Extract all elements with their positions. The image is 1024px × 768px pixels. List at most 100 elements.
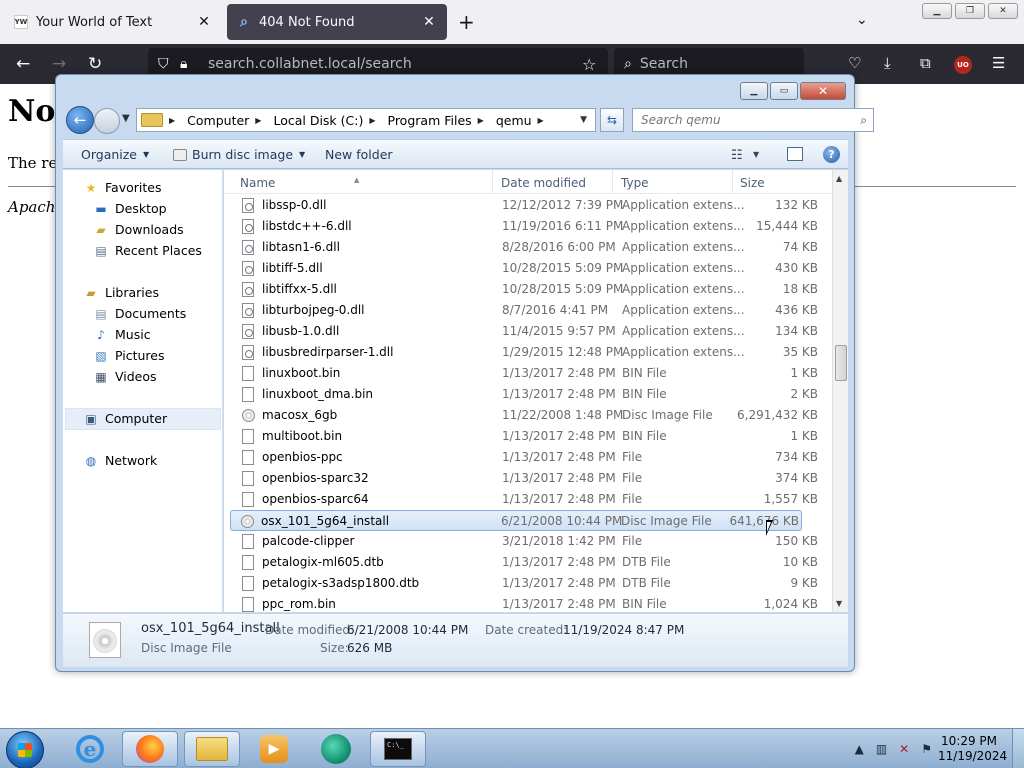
tab-your-world-of-text[interactable]: YW Your World of Text ✕ <box>4 4 222 40</box>
new-folder-button[interactable]: New folder <box>325 147 393 162</box>
table-row[interactable]: ppc_rom.bin 1/13/2017 2:48 PM BIN File 1,02… <box>224 594 834 612</box>
volume-muted-icon[interactable]: ✕ <box>899 742 909 756</box>
breadcrumb-arrow[interactable]: ▶ <box>478 116 490 125</box>
show-hidden-icons-chevron-icon[interactable]: ▲ <box>855 742 864 756</box>
breadcrumb-arrow[interactable]: ▶ <box>369 116 381 125</box>
explorer-search-input[interactable]: Search qemu ⌕ <box>632 108 874 132</box>
taskbar-command-prompt[interactable]: C:\_ <box>370 731 426 767</box>
table-row[interactable]: libturbojpeg-0.dll 8/7/2016 4:41 PM Applic… <box>224 300 834 321</box>
recent-pages-dropdown-icon[interactable]: ▼ <box>122 113 130 124</box>
column-name[interactable]: Name <box>240 176 275 190</box>
maximize-button[interactable]: ❐ <box>955 3 985 19</box>
show-desktop-button[interactable] <box>1012 729 1024 768</box>
taskbar-green-app[interactable] <box>308 731 364 767</box>
table-row[interactable]: libstdc++-6.dll 11/19/2016 6:11 PM Applica… <box>224 216 834 237</box>
close-button[interactable]: ✕ <box>988 3 1018 19</box>
nav-item-favorites[interactable]: ★ Favorites <box>83 180 162 195</box>
table-row[interactable]: linuxboot_dma.bin 1/13/2017 2:48 PM BIN Fi… <box>224 384 834 405</box>
close-icon[interactable]: ✕ <box>421 14 437 30</box>
view-options-icon[interactable]: ☷ <box>731 148 743 163</box>
table-row[interactable]: libusb-1.0.dll 11/4/2015 9:57 PM Applicati… <box>224 321 834 342</box>
scroll-down-arrow-icon[interactable]: ▼ <box>836 599 842 608</box>
nav-item-pictures[interactable]: ▧ Pictures <box>93 348 164 363</box>
star-icon[interactable]: ☆ <box>582 55 608 74</box>
nav-item-desktop[interactable]: ▬ Desktop <box>93 201 166 216</box>
breadcrumb-computer[interactable]: Computer <box>187 113 249 128</box>
column-divider[interactable] <box>492 170 493 194</box>
address-bar[interactable]: ▶ Computer ▶ Local Disk (C:) ▶ Program F… <box>136 108 596 132</box>
table-row[interactable]: petalogix-ml605.dtb 1/13/2017 2:48 PM DTB … <box>224 552 834 573</box>
start-button[interactable] <box>6 731 44 768</box>
table-row[interactable]: osx_101_5g64_install 6/21/2008 10:44 PM Di… <box>230 510 802 531</box>
vertical-scrollbar[interactable]: ▲ ▼ <box>832 170 848 612</box>
column-type[interactable]: Type <box>621 176 649 190</box>
table-row[interactable]: libtasn1-6.dll 8/28/2016 6:00 PM Applicati… <box>224 237 834 258</box>
breadcrumb-local-disk[interactable]: Local Disk (C:) <box>273 113 363 128</box>
caret-down-icon[interactable]: ▼ <box>753 150 759 159</box>
nav-item-computer[interactable]: ▣ Computer <box>83 411 167 426</box>
clock[interactable]: 10:29 PM 11/19/2024 <box>938 734 1007 764</box>
nav-item-recent-places[interactable]: ▤ Recent Places <box>93 243 202 258</box>
help-icon[interactable]: ? <box>823 146 840 163</box>
back-button[interactable]: ← <box>66 106 94 134</box>
nav-item-downloads[interactable]: ▰ Downloads <box>93 222 183 237</box>
table-row[interactable]: linuxboot.bin 1/13/2017 2:48 PM BIN File 1 … <box>224 363 834 384</box>
nav-item-music[interactable]: ♪ Music <box>93 327 150 342</box>
minimize-button[interactable]: ▁ <box>922 3 952 19</box>
new-tab-plus-icon[interactable]: + <box>458 10 475 34</box>
back-arrow-icon[interactable]: ← <box>16 54 30 74</box>
breadcrumb-program-files[interactable]: Program Files <box>388 113 472 128</box>
table-row[interactable]: palcode-clipper 3/21/2018 1:42 PM File 150 … <box>224 531 834 552</box>
refresh-button[interactable]: ⇆ <box>600 108 624 132</box>
forward-button[interactable] <box>94 108 120 134</box>
breadcrumb-qemu[interactable]: qemu <box>496 113 532 128</box>
download-icon[interactable]: ⤓ <box>884 54 891 72</box>
close-icon[interactable]: ✕ <box>196 14 212 30</box>
forward-arrow-icon[interactable]: → <box>52 54 66 74</box>
table-row[interactable]: libtiffxx-5.dll 10/28/2015 5:09 PM Applica… <box>224 279 834 300</box>
table-row[interactable]: openbios-sparc32 1/13/2017 2:48 PM File 374… <box>224 468 834 489</box>
chevron-down-icon[interactable]: ▼ <box>580 115 587 125</box>
nav-item-videos[interactable]: ▦ Videos <box>93 369 156 384</box>
breadcrumb-arrow[interactable]: ▶ <box>538 116 550 125</box>
pocket-icon[interactable]: ♡ <box>848 54 861 72</box>
table-row[interactable]: multiboot.bin 1/13/2017 2:48 PM BIN File 1 … <box>224 426 834 447</box>
table-row[interactable]: macosx_6gb 11/22/2008 1:48 PM Disc Image F… <box>224 405 834 426</box>
organize-button[interactable]: Organize ▼ <box>81 147 149 162</box>
nav-item-libraries[interactable]: ▰ Libraries <box>83 285 159 300</box>
action-center-flag-icon[interactable]: ⚑ <box>921 742 932 756</box>
column-divider[interactable] <box>732 170 733 194</box>
burn-disc-image-button[interactable]: Burn disc image ▼ <box>173 147 305 162</box>
column-date-modified[interactable]: Date modified <box>501 176 586 190</box>
preview-pane-icon[interactable] <box>787 147 803 161</box>
table-row[interactable]: openbios-sparc64 1/13/2017 2:48 PM File 1,5… <box>224 489 834 510</box>
taskbar-firefox[interactable] <box>122 731 178 767</box>
table-row[interactable]: petalogix-s3adsp1800.dtb 1/13/2017 2:48 P… <box>224 573 834 594</box>
url-text[interactable]: search.collabnet.local/search <box>208 56 582 72</box>
nav-item-documents[interactable]: ▤ Documents <box>93 306 186 321</box>
close-button[interactable]: ✕ <box>800 82 846 100</box>
reload-icon[interactable]: ↻ <box>88 54 102 74</box>
breadcrumb-root-arrow[interactable]: ▶ <box>169 116 181 125</box>
nav-item-network[interactable]: ◍ Network <box>83 453 157 468</box>
minimize-button[interactable]: ▁ <box>740 82 768 100</box>
table-row[interactable]: openbios-ppc 1/13/2017 2:48 PM File 734 KB <box>224 447 834 468</box>
taskbar-explorer[interactable] <box>184 731 240 767</box>
table-row[interactable]: libssp-0.dll 12/12/2012 7:39 PM Applicatio… <box>224 195 834 216</box>
lock-icon[interactable]: 🔒︎ <box>180 56 202 72</box>
ublock-icon[interactable]: UO <box>954 56 972 74</box>
column-size[interactable]: Size <box>740 176 765 190</box>
chevron-down-icon[interactable]: ⌄ <box>856 12 868 28</box>
network-status-icon[interactable]: ▥ <box>876 742 887 756</box>
taskbar-internet-explorer[interactable]: e <box>62 731 118 767</box>
breadcrumb-arrow[interactable]: ▶ <box>255 116 267 125</box>
menu-icon[interactable]: ☰ <box>992 54 1005 72</box>
scroll-up-arrow-icon[interactable]: ▲ <box>836 174 842 183</box>
maximize-button[interactable]: ▭ <box>770 82 798 100</box>
search-icon[interactable]: ⌕ <box>860 113 867 128</box>
column-divider[interactable] <box>612 170 613 194</box>
extensions-icon[interactable]: ⧉ <box>920 54 931 72</box>
table-row[interactable]: libusbredirparser-1.dll 1/29/2015 12:48 P… <box>224 342 834 363</box>
table-row[interactable]: libtiff-5.dll 10/28/2015 5:09 PM Applicati… <box>224 258 834 279</box>
shield-icon[interactable]: ⛉ <box>158 56 180 72</box>
